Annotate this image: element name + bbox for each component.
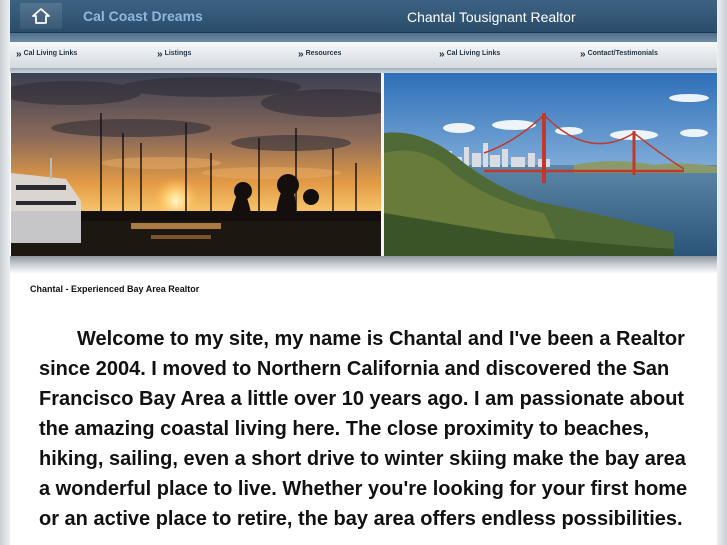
nav-listings[interactable]: » Listings [157, 49, 191, 60]
golden-gate-bridge-photo [384, 73, 717, 256]
nav-item-label: Cal Living Links [446, 50, 501, 57]
site-title[interactable]: Cal Coast Dreams [83, 8, 203, 24]
header-bar: Cal Coast Dreams Chantal Tousignant Real… [10, 0, 717, 33]
page: Cal Coast Dreams Chantal Tousignant Real… [0, 0, 727, 545]
nav-item-label: Contact/Testimonials [587, 50, 658, 57]
double-chevron-icon: » [16, 49, 21, 60]
right-page-shadow [717, 0, 727, 545]
double-chevron-icon: » [580, 49, 585, 60]
realtor-name: Chantal Tousignant Realtor [407, 9, 576, 25]
home-button[interactable] [20, 3, 62, 29]
double-chevron-icon: » [157, 49, 162, 60]
nav-contact-testimonials[interactable]: » Contact/Testimonials [580, 49, 658, 60]
nav-item-label: Resources [305, 50, 342, 57]
nav-cal-living-links-2[interactable]: » Cal Living Links [439, 49, 500, 60]
double-chevron-icon: » [298, 49, 303, 60]
nav-item-label: Cal Living Links [23, 50, 78, 57]
header-sub-bar [10, 33, 717, 42]
site-frame: Cal Coast Dreams Chantal Tousignant Real… [10, 0, 717, 545]
nav-item-label: Listings [164, 50, 192, 57]
double-chevron-icon: » [439, 49, 444, 60]
marina-sunset-photo [11, 73, 381, 256]
intro-paragraph: Welcome to my site, my name is Chantal a… [39, 328, 688, 530]
banner-shadow [10, 256, 717, 274]
main-nav: » Cal Living Links » Listings » Resources »… [10, 42, 717, 69]
nav-cal-living-links[interactable]: » Cal Living Links [16, 49, 77, 60]
nav-resources[interactable]: » Resources [298, 49, 341, 60]
home-icon [32, 8, 50, 24]
page-heading: Chantal - Experienced Bay Area Realtor [30, 284, 200, 294]
left-page-shadow [0, 0, 10, 545]
